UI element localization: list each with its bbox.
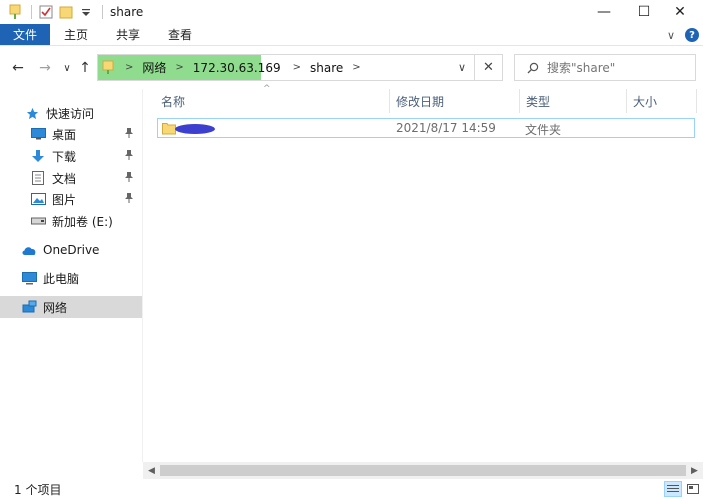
column-header-name[interactable]: 名称 bbox=[154, 89, 389, 113]
clear-address-button[interactable]: ✕ bbox=[474, 55, 502, 80]
sidebar-item-network[interactable]: 网络 bbox=[0, 296, 142, 318]
computer-icon bbox=[21, 270, 37, 286]
title-bar: share — ☐ ✕ bbox=[0, 0, 703, 24]
tab-home[interactable]: 主页 bbox=[50, 24, 102, 45]
file-modified: 2021/8/17 14:59 bbox=[396, 121, 496, 135]
table-row[interactable]: 2021/8/17 14:59 文件夹 bbox=[157, 118, 695, 138]
customize-toolbar-icon[interactable] bbox=[77, 3, 95, 21]
redacted-file-name bbox=[175, 124, 215, 134]
details-view-icon[interactable] bbox=[664, 481, 682, 497]
properties-icon[interactable] bbox=[37, 3, 55, 21]
navigation-pane: 快速访问 桌面 下载 文档 图片 新加卷 (E:) OneDrive 此电脑 网… bbox=[0, 89, 143, 462]
address-history-dropdown[interactable]: ∨ bbox=[452, 55, 472, 80]
large-icons-view-icon[interactable] bbox=[684, 481, 702, 497]
ribbon-tabs: 文件 主页 共享 查看 ∨ ? bbox=[0, 24, 703, 46]
column-header-size[interactable]: 大小 bbox=[626, 89, 696, 113]
download-icon bbox=[30, 148, 46, 164]
column-separator[interactable] bbox=[696, 89, 697, 113]
breadcrumb-network[interactable]: 网络 bbox=[140, 59, 168, 76]
star-icon bbox=[24, 105, 40, 121]
tab-file[interactable]: 文件 bbox=[0, 24, 50, 45]
help-button[interactable]: ? bbox=[685, 28, 699, 42]
network-location-icon bbox=[102, 60, 118, 76]
sidebar-item-label: OneDrive bbox=[43, 243, 100, 257]
scroll-right-icon[interactable]: ▶ bbox=[686, 462, 703, 479]
tab-view[interactable]: 查看 bbox=[154, 24, 206, 45]
search-input[interactable] bbox=[547, 60, 687, 75]
pin-icon[interactable] bbox=[124, 127, 136, 141]
sidebar-item-label: 新加卷 (E:) bbox=[52, 214, 113, 229]
breadcrumb-share[interactable]: share bbox=[308, 61, 345, 75]
tab-share[interactable]: 共享 bbox=[102, 24, 154, 45]
recent-locations-button[interactable]: ∨ bbox=[58, 59, 76, 77]
pin-icon[interactable] bbox=[124, 192, 136, 206]
sidebar-item-label: 图片 bbox=[52, 192, 77, 207]
new-folder-icon[interactable] bbox=[57, 3, 75, 21]
navigation-bar: ← → ∨ ↑ > 网络 > 172.30.63.169 > share > ∨… bbox=[0, 47, 703, 89]
file-list: ^ 名称 修改日期 类型 大小 2021/8/17 14:59 文件夹 bbox=[143, 84, 703, 462]
column-header-modified[interactable]: 修改日期 bbox=[389, 89, 519, 113]
status-bar: 1 个项目 bbox=[0, 479, 703, 499]
drive-icon bbox=[30, 213, 46, 229]
file-type: 文件夹 bbox=[525, 123, 562, 137]
sidebar-item-label: 文档 bbox=[52, 171, 77, 186]
sidebar-item-downloads[interactable]: 下载 bbox=[0, 145, 142, 167]
breadcrumb-host[interactable]: 172.30.63.169 bbox=[191, 61, 283, 75]
back-button[interactable]: ← bbox=[9, 59, 27, 77]
forward-button[interactable]: → bbox=[36, 59, 54, 77]
breadcrumb-chevron[interactable]: > bbox=[283, 62, 308, 73]
sidebar-item-label: 下载 bbox=[52, 149, 77, 164]
separator bbox=[102, 5, 103, 19]
address-bar[interactable]: > 网络 > 172.30.63.169 > share > ∨ ✕ bbox=[97, 54, 503, 81]
breadcrumb-chevron[interactable]: > bbox=[168, 62, 190, 73]
horizontal-scrollbar[interactable]: ◀ ▶ bbox=[143, 462, 703, 479]
breadcrumb-chevron[interactable]: > bbox=[118, 62, 140, 73]
sidebar-item-label: 桌面 bbox=[52, 127, 77, 142]
desktop-icon bbox=[30, 126, 46, 142]
sidebar-item-label: 快速访问 bbox=[46, 106, 95, 121]
scroll-left-icon[interactable]: ◀ bbox=[143, 462, 160, 479]
folder-icon bbox=[162, 121, 176, 138]
close-button[interactable]: ✕ bbox=[657, 0, 703, 24]
pin-icon[interactable] bbox=[124, 171, 136, 185]
ribbon-collapse-button[interactable]: ∨ bbox=[667, 29, 675, 42]
sidebar-item-label: 此电脑 bbox=[43, 271, 80, 286]
sidebar-item-quick-access[interactable]: 快速访问 bbox=[0, 102, 142, 124]
documents-icon bbox=[30, 170, 46, 186]
quick-access-toolbar: share bbox=[0, 0, 143, 24]
cloud-icon bbox=[21, 242, 37, 258]
up-button[interactable]: ↑ bbox=[76, 59, 94, 77]
pictures-icon bbox=[30, 191, 46, 207]
sidebar-item-documents[interactable]: 文档 bbox=[0, 167, 142, 189]
sidebar-item-drive-e[interactable]: 新加卷 (E:) bbox=[0, 210, 142, 232]
scrollbar-thumb[interactable] bbox=[160, 465, 686, 476]
window-title: share bbox=[110, 5, 144, 19]
pin-icon[interactable] bbox=[124, 149, 136, 163]
network-icon bbox=[21, 299, 37, 315]
search-box[interactable] bbox=[514, 54, 696, 81]
folder-pin-icon[interactable] bbox=[6, 3, 24, 21]
search-icon bbox=[525, 60, 541, 76]
column-header-type[interactable]: 类型 bbox=[519, 89, 626, 113]
sidebar-item-onedrive[interactable]: OneDrive bbox=[0, 239, 142, 261]
breadcrumb-chevron[interactable]: > bbox=[345, 62, 367, 73]
separator bbox=[31, 5, 32, 19]
sidebar-item-pictures[interactable]: 图片 bbox=[0, 188, 142, 210]
sidebar-item-label: 网络 bbox=[43, 300, 68, 315]
item-count: 1 个项目 bbox=[14, 482, 62, 497]
sidebar-item-desktop[interactable]: 桌面 bbox=[0, 123, 142, 145]
sidebar-item-this-pc[interactable]: 此电脑 bbox=[0, 267, 142, 289]
